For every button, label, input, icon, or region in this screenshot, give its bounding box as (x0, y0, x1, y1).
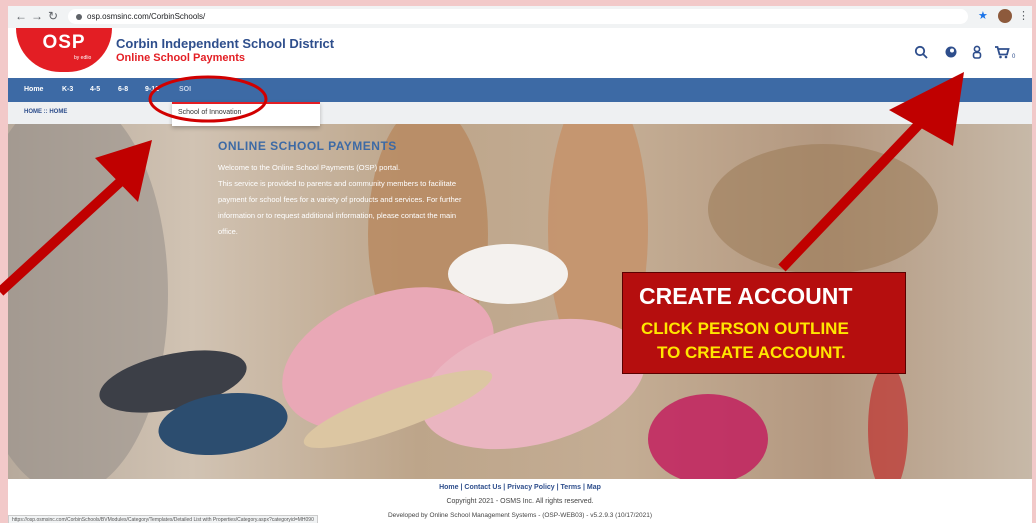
footer-link-home[interactable]: Home (439, 484, 458, 491)
search-icon[interactable] (913, 45, 929, 61)
nav-4-5[interactable]: 4-5 (90, 78, 100, 102)
footer-link-map[interactable]: Map (587, 484, 601, 491)
main-nav: Home K-3 4-5 6-8 9-12 SOI (8, 78, 1032, 102)
address-bar[interactable]: osp.osmsinc.com/CorbinSchools/ (68, 9, 968, 24)
reload-icon[interactable]: ↻ (46, 9, 60, 23)
hero-line: payment for school fees for a variety of… (218, 195, 462, 204)
hero-photo-shoe-magenta (648, 394, 768, 479)
logo-subtext: by edlio (74, 55, 92, 61)
location-icon[interactable] (943, 45, 959, 61)
breadcrumb-text[interactable]: HOME :: HOME (24, 109, 67, 115)
nav-6-8[interactable]: 6-8 (118, 78, 128, 102)
browser-menu-icon[interactable]: ⋮ (1018, 9, 1029, 23)
hero-photo-shape (8, 124, 168, 479)
district-name: Corbin Independent School District (116, 36, 335, 51)
footer-links: Home | Contact Us | Privacy Policy | Ter… (8, 484, 1032, 491)
back-icon[interactable]: ← (14, 9, 28, 23)
hero-photo-post (868, 364, 908, 479)
footer-link-privacy-policy[interactable]: Privacy Policy (507, 484, 554, 491)
bookmark-star-icon[interactable]: ★ (978, 9, 988, 23)
footer-link-terms[interactable]: Terms (561, 484, 582, 491)
callout-line-2: TO CREATE ACCOUNT. (657, 343, 846, 362)
footer-copyright: Copyright 2021 - OSMS Inc. All rights re… (446, 498, 594, 505)
logo-text: OSP (42, 32, 86, 53)
callout-title: CREATE ACCOUNT (639, 283, 853, 309)
dropdown-item-school-of-innovation[interactable]: School of Innovation (178, 109, 241, 116)
hero-line: information or to request additional inf… (218, 211, 457, 220)
hero-title: ONLINE SCHOOL PAYMENTS (218, 139, 397, 153)
nav-k-3[interactable]: K-3 (62, 78, 73, 102)
address-text: osp.osmsinc.com/CorbinSchools/ (87, 12, 206, 21)
nav-home[interactable]: Home (24, 78, 43, 102)
hero-banner: ONLINE SCHOOL PAYMENTS Welcome to the On… (8, 124, 1032, 479)
hero-photo-bench (708, 144, 938, 274)
osp-logo[interactable]: OSP by edlio (16, 28, 112, 72)
user-icon[interactable] (969, 45, 985, 61)
browser-toolbar: ← → ↻ osp.osmsinc.com/CorbinSchools/ ★ ⋮ (8, 6, 1032, 29)
forward-icon[interactable]: → (30, 9, 44, 23)
site-header: OSP by edlio Corbin Independent School D… (8, 28, 1032, 78)
hero-welcome-text: Welcome to the Online School Payments (O… (218, 160, 518, 240)
lock-icon (76, 13, 82, 20)
hero-line: Welcome to the Online School Payments (O… (218, 163, 401, 172)
profile-avatar[interactable] (998, 9, 1012, 23)
callout-line-1: CLICK PERSON OUTLINE (641, 319, 849, 338)
site-subtitle: Online School Payments (116, 52, 245, 64)
cart-icon[interactable] (994, 45, 1010, 61)
status-bar-url: https://osp.osmsinc.com/CorbinSchools/BV… (8, 515, 318, 523)
hero-line: office. (218, 227, 238, 236)
hero-line: This service is provided to parents and … (218, 179, 457, 188)
create-account-callout: CREATE ACCOUNT CLICK PERSON OUTLINE TO C… (622, 272, 906, 374)
footer-link-contact-us[interactable]: Contact Us (464, 484, 501, 491)
breadcrumb: HOME :: HOME (8, 102, 1032, 124)
browser-window: ← → ↻ osp.osmsinc.com/CorbinSchools/ ★ ⋮… (8, 6, 1032, 523)
nav-9-12[interactable]: 9-12 (145, 78, 159, 102)
soi-dropdown: School of Innovation (172, 102, 320, 126)
nav-soi[interactable]: SOI (179, 78, 191, 102)
cart-count: 0 (1012, 54, 1016, 60)
